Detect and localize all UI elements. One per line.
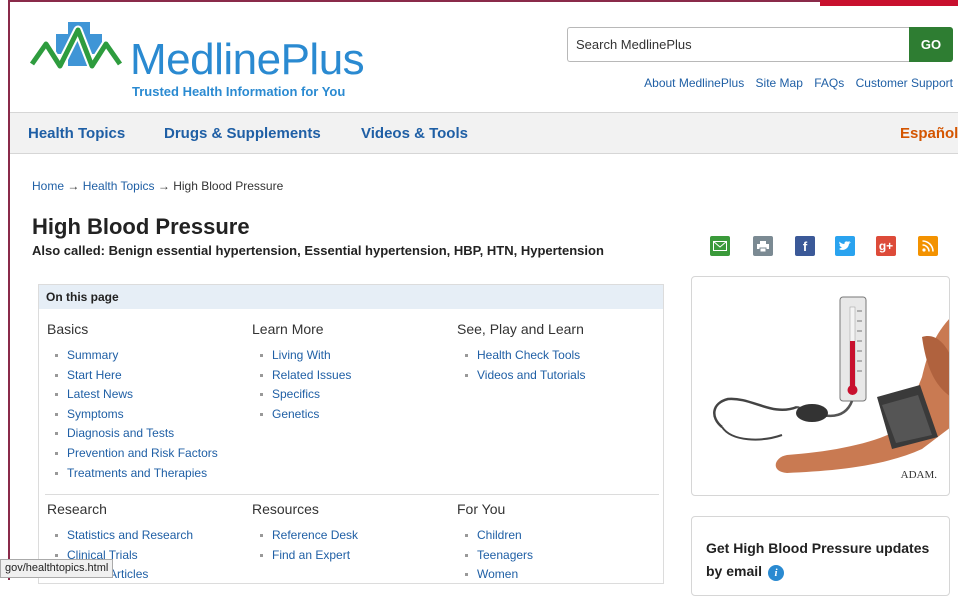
list-item-related-issues[interactable]: Related Issues xyxy=(252,366,351,386)
breadcrumb-home[interactable]: Home xyxy=(32,179,64,193)
rss-icon[interactable] xyxy=(918,236,938,256)
facebook-icon[interactable]: f xyxy=(795,236,815,256)
section-see-play-learn: See, Play and Learn Health Check Tools V… xyxy=(457,321,586,385)
section-title: Learn More xyxy=(252,321,324,337)
list-item-reference-desk[interactable]: Reference Desk xyxy=(252,526,358,546)
faqs-link[interactable]: FAQs xyxy=(814,76,844,90)
list-item-statistics[interactable]: Statistics and Research xyxy=(47,526,193,546)
section-title: Basics xyxy=(47,321,89,337)
nav-drugs-supplements[interactable]: Drugs & Supplements xyxy=(164,125,321,142)
breadcrumb-separator: → xyxy=(67,179,80,193)
page-title: High Blood Pressure xyxy=(32,214,250,239)
section-resources: Resources Reference Desk Find an Expert xyxy=(252,501,358,565)
list-item-prevention[interactable]: Prevention and Risk Factors xyxy=(47,444,218,464)
adam-credit: ADAM. xyxy=(900,469,937,481)
print-icon[interactable] xyxy=(753,236,773,256)
section-divider xyxy=(45,494,659,495)
list-item-women[interactable]: Women xyxy=(457,565,533,585)
list-item-children[interactable]: Children xyxy=(457,526,533,546)
list-item-videos-tutorials[interactable]: Videos and Tutorials xyxy=(457,366,586,386)
utility-links: About MedlinePlus Site Map FAQs Customer… xyxy=(636,76,953,90)
section-for-you: For You Children Teenagers Women xyxy=(457,501,533,585)
on-this-page-box: On this page Basics Summary Start Here L… xyxy=(38,284,664,584)
email-icon[interactable] xyxy=(710,236,730,256)
nav-videos-tools[interactable]: Videos & Tools xyxy=(361,125,468,142)
medlineplus-logo[interactable]: MedlinePlus Trusted Health Information f… xyxy=(28,20,365,99)
blood-pressure-cuff-illustration xyxy=(713,296,949,473)
logo-tagline: Trusted Health Information for You xyxy=(132,84,346,99)
top-accent-bar xyxy=(820,0,958,6)
google-plus-icon[interactable]: g+ xyxy=(876,236,896,256)
search-go-button[interactable]: GO xyxy=(909,27,953,62)
email-updates-card: Get High Blood Pressure updates by email… xyxy=(691,516,950,596)
email-updates-text[interactable]: Get High Blood Pressure updates by email xyxy=(706,540,929,579)
section-title: For You xyxy=(457,501,506,517)
info-icon[interactable]: i xyxy=(768,565,785,581)
list-item-specifics[interactable]: Specifics xyxy=(252,385,351,405)
on-this-page-heading: On this page xyxy=(39,285,663,309)
list-item-summary[interactable]: Summary xyxy=(47,346,218,366)
search-input[interactable] xyxy=(568,28,909,61)
list-item-find-expert[interactable]: Find an Expert xyxy=(252,546,358,566)
customer-support-link[interactable]: Customer Support xyxy=(856,76,953,90)
list-item-living-with[interactable]: Living With xyxy=(252,346,351,366)
main-nav: Health Topics Drugs & Supplements Videos… xyxy=(10,112,958,154)
logo-wordmark: MedlinePlus xyxy=(130,35,365,84)
breadcrumb: Home → Health Topics → High Blood Pressu… xyxy=(32,179,283,193)
also-called: Also called: Benign essential hypertensi… xyxy=(32,243,604,258)
search-field-wrapper xyxy=(567,27,909,62)
about-link[interactable]: About MedlinePlus xyxy=(644,76,744,90)
breadcrumb-current: High Blood Pressure xyxy=(173,179,284,193)
list-item-start-here[interactable]: Start Here xyxy=(47,366,218,386)
blood-pressure-illustration-card[interactable]: ADAM. xyxy=(691,276,950,496)
list-item-teenagers[interactable]: Teenagers xyxy=(457,546,533,566)
section-title: Research xyxy=(47,501,107,517)
list-item-diagnosis-tests[interactable]: Diagnosis and Tests xyxy=(47,424,218,444)
section-title: See, Play and Learn xyxy=(457,321,584,337)
breadcrumb-separator: → xyxy=(157,179,170,193)
list-item-latest-news[interactable]: Latest News xyxy=(47,385,218,405)
nav-espanol[interactable]: Español xyxy=(900,125,958,142)
list-item-health-check-tools[interactable]: Health Check Tools xyxy=(457,346,586,366)
section-title: Resources xyxy=(252,501,319,517)
nav-health-topics[interactable]: Health Topics xyxy=(28,125,125,142)
list-item-genetics[interactable]: Genetics xyxy=(252,405,351,425)
section-learn-more: Learn More Living With Related Issues Sp… xyxy=(252,321,351,424)
section-basics: Basics Summary Start Here Latest News Sy… xyxy=(47,321,218,483)
list-item-treatments[interactable]: Treatments and Therapies xyxy=(47,464,218,484)
list-item-symptoms[interactable]: Symptoms xyxy=(47,405,218,425)
twitter-icon[interactable] xyxy=(835,236,855,256)
browser-status-url: gov/healthtopics.html xyxy=(0,559,114,578)
site-map-link[interactable]: Site Map xyxy=(756,76,803,90)
logo-figure-icon xyxy=(28,22,124,71)
breadcrumb-health-topics[interactable]: Health Topics xyxy=(83,179,155,193)
